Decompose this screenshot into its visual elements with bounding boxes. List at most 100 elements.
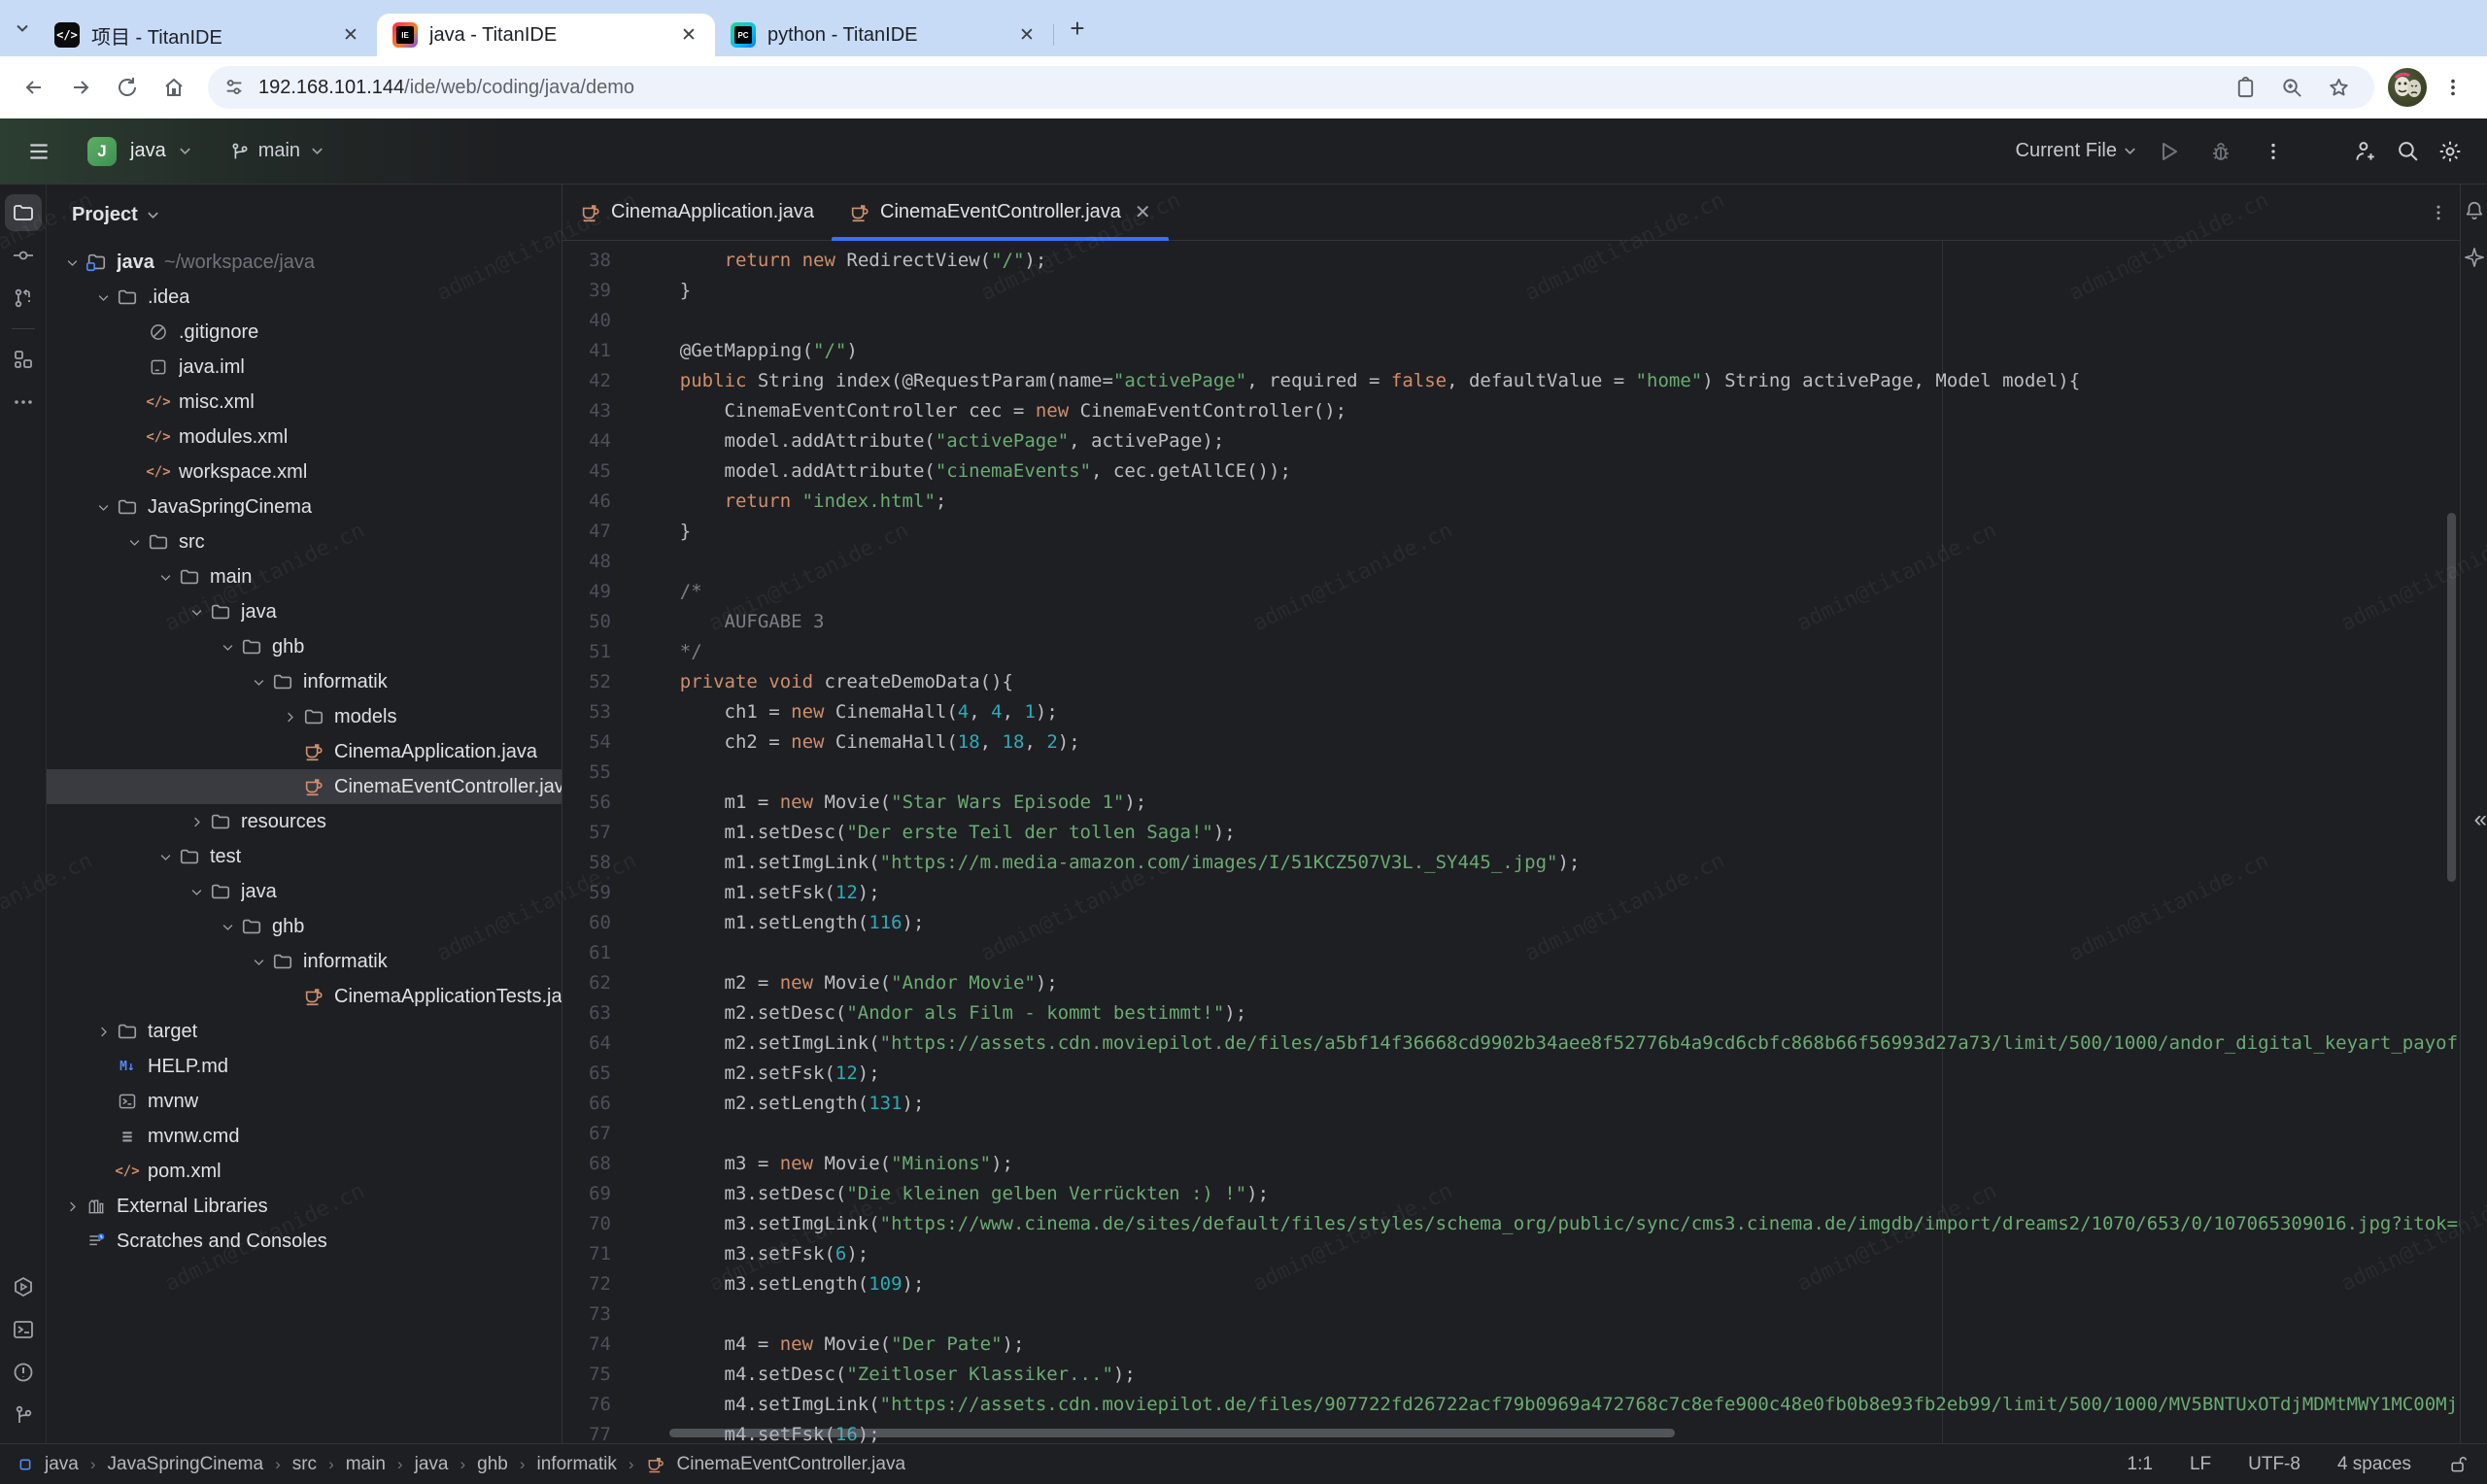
tree-item-java-iml[interactable]: java.iml — [47, 350, 562, 385]
code-with-me-button[interactable] — [2343, 130, 2386, 173]
breadcrumb-item[interactable]: ghb — [477, 1454, 508, 1475]
code-line[interactable]: 71 m3.setFsk(6); — [562, 1239, 2460, 1269]
avatar[interactable] — [2388, 68, 2427, 107]
chevron-right-icon[interactable] — [60, 1199, 84, 1214]
address-bar[interactable]: 192.168.101.144/ide/web/coding/java/demo — [208, 66, 2374, 109]
tree-item-scratches-and-consoles[interactable]: Scratches and Consoles — [47, 1224, 562, 1259]
clipboard-button[interactable] — [2225, 67, 2266, 108]
tool-pull-requests-button[interactable] — [5, 280, 42, 317]
breadcrumb-item[interactable]: informatik — [537, 1454, 617, 1475]
indent-setting[interactable]: 4 spaces — [2337, 1454, 2411, 1475]
tab-close-button[interactable]: ✕ — [1014, 22, 1039, 48]
tree-item-main[interactable]: main — [47, 559, 562, 594]
caret-position[interactable]: 1:1 — [2128, 1454, 2153, 1475]
code-line[interactable]: 76 m4.setImgLink("https://assets.cdn.mov… — [562, 1390, 2460, 1420]
editor-tab[interactable]: CinemaApplication.java — [562, 185, 832, 240]
collapse-panel-button[interactable]: « — [2474, 806, 2485, 833]
file-encoding[interactable]: UTF-8 — [2248, 1454, 2300, 1475]
chevron-down-icon[interactable] — [185, 605, 208, 620]
code-line[interactable]: 58 m1.setImgLink("https://m.media-amazon… — [562, 848, 2460, 878]
tab-close-button[interactable]: ✕ — [338, 22, 363, 48]
breadcrumb-item[interactable]: CinemaEventController.java — [677, 1454, 906, 1475]
tree-item-help-md[interactable]: M↓HELP.md — [47, 1049, 562, 1084]
tree-item-mvnw-cmd[interactable]: ≡mvnw.cmd — [47, 1119, 562, 1154]
tool-terminal-button[interactable] — [5, 1311, 42, 1348]
chevron-down-icon[interactable] — [153, 850, 177, 864]
tree-item-resources[interactable]: resources — [47, 804, 562, 839]
code-line[interactable]: 46 return "index.html"; — [562, 487, 2460, 517]
tree-item-cinemaapplication-java[interactable]: CinemaApplication.java — [47, 734, 562, 769]
tree-item-target[interactable]: target — [47, 1014, 562, 1049]
code-line[interactable]: 73 — [562, 1299, 2460, 1330]
run-button[interactable] — [2147, 130, 2190, 173]
project-chevron[interactable] — [178, 144, 192, 158]
code-line[interactable]: 47 } — [562, 517, 2460, 547]
chevron-down-icon[interactable] — [185, 885, 208, 899]
tree-item-pom-xml[interactable]: </>pom.xml — [47, 1154, 562, 1189]
url-text[interactable]: 192.168.101.144/ide/web/coding/java/demo — [258, 77, 2211, 99]
chevron-right-icon[interactable] — [91, 1025, 115, 1039]
chevron-down-icon[interactable] — [216, 920, 239, 934]
code-line[interactable]: 42 public String index(@RequestParam(nam… — [562, 366, 2460, 396]
notifications-button[interactable] — [2464, 200, 2485, 221]
code-line[interactable]: 68 m3 = new Movie("Minions"); — [562, 1149, 2460, 1179]
tree-item-java[interactable]: java — [47, 594, 562, 629]
editor-tab[interactable]: CinemaEventController.java✕ — [832, 185, 1169, 240]
chevron-down-icon[interactable] — [91, 500, 115, 515]
main-menu-button[interactable] — [17, 130, 60, 173]
chevron-down-icon[interactable] — [91, 290, 115, 305]
tree-item-modules-xml[interactable]: </>modules.xml — [47, 420, 562, 455]
tool-version-control-button[interactable] — [5, 1397, 42, 1433]
readonly-toggle[interactable] — [2448, 1455, 2468, 1474]
run-configuration-select[interactable]: Current File — [2016, 140, 2137, 162]
code-line[interactable]: 50 AUFGABE 3 — [562, 607, 2460, 637]
tool-services-button[interactable] — [5, 1268, 42, 1305]
tree-item-cinemaeventcontroller-java[interactable]: CinemaEventController.java — [47, 769, 562, 804]
code-line[interactable]: 74 m4 = new Movie("Der Pate"); — [562, 1330, 2460, 1360]
horizontal-scrollbar[interactable] — [669, 1429, 1675, 1437]
code-line[interactable]: 70 m3.setImgLink("https://www.cinema.de/… — [562, 1209, 2460, 1239]
code-line[interactable]: 53 ch1 = new CinemaHall(4, 4, 1); — [562, 697, 2460, 727]
chevron-down-icon[interactable] — [247, 675, 270, 690]
code-line[interactable]: 56 m1 = new Movie("Star Wars Episode 1")… — [562, 788, 2460, 818]
chevron-down-icon[interactable] — [153, 570, 177, 585]
tree-item--gitignore[interactable]: .gitignore — [47, 315, 562, 350]
browser-tab[interactable]: </>项目 - TitanIDE✕ — [39, 14, 377, 56]
forward-button[interactable] — [60, 67, 101, 108]
vcs-widget[interactable]: main — [229, 140, 324, 162]
editor-tab-options-button[interactable] — [2417, 185, 2460, 240]
reload-button[interactable] — [107, 67, 148, 108]
code-line[interactable]: 45 model.addAttribute("cinemaEvents", ce… — [562, 456, 2460, 487]
tool-more-button[interactable] — [5, 384, 42, 421]
code-line[interactable]: 57 m1.setDesc("Der erste Teil der tollen… — [562, 818, 2460, 848]
code-line[interactable]: 40 — [562, 306, 2460, 336]
code-line[interactable]: 49 /* — [562, 577, 2460, 607]
tree-item-mvnw[interactable]: mvnw — [47, 1084, 562, 1119]
code-line[interactable]: 48 — [562, 547, 2460, 577]
tool-commit-button[interactable] — [5, 237, 42, 274]
code-line[interactable]: 63 m2.setDesc("Andor als Film - kommt be… — [562, 998, 2460, 1029]
code-line[interactable]: 61 — [562, 938, 2460, 968]
ai-assistant-button[interactable] — [2464, 247, 2485, 268]
chevron-right-icon[interactable] — [278, 710, 301, 725]
tree-item-informatik[interactable]: informatik — [47, 664, 562, 699]
site-info-icon[interactable] — [223, 77, 245, 98]
tree-item-external-libraries[interactable]: External Libraries — [47, 1189, 562, 1224]
vertical-scrollbar[interactable] — [2447, 513, 2456, 882]
code-line[interactable]: 62 m2 = new Movie("Andor Movie"); — [562, 968, 2460, 998]
browser-menu-button[interactable] — [2433, 67, 2473, 108]
chevron-down-icon[interactable] — [216, 640, 239, 655]
code-line[interactable]: 69 m3.setDesc("Die kleinen gelben Verrüc… — [562, 1179, 2460, 1209]
code-line[interactable]: 43 CinemaEventController cec = new Cinem… — [562, 396, 2460, 426]
breadcrumb-item[interactable]: java — [45, 1454, 79, 1475]
settings-button[interactable] — [2429, 130, 2471, 173]
project-badge[interactable]: J — [87, 137, 117, 166]
chevron-right-icon[interactable] — [185, 815, 208, 829]
tree-item-informatik[interactable]: informatik — [47, 944, 562, 979]
tree-item-cinemaapplicationtests-java[interactable]: CinemaApplicationTests.java — [47, 979, 562, 1014]
tree-item-workspace-xml[interactable]: </>workspace.xml — [47, 455, 562, 489]
code-line[interactable]: 60 m1.setLength(116); — [562, 908, 2460, 938]
tool-project-button[interactable] — [5, 194, 42, 231]
home-button[interactable] — [153, 67, 194, 108]
zoom-button[interactable] — [2271, 67, 2312, 108]
